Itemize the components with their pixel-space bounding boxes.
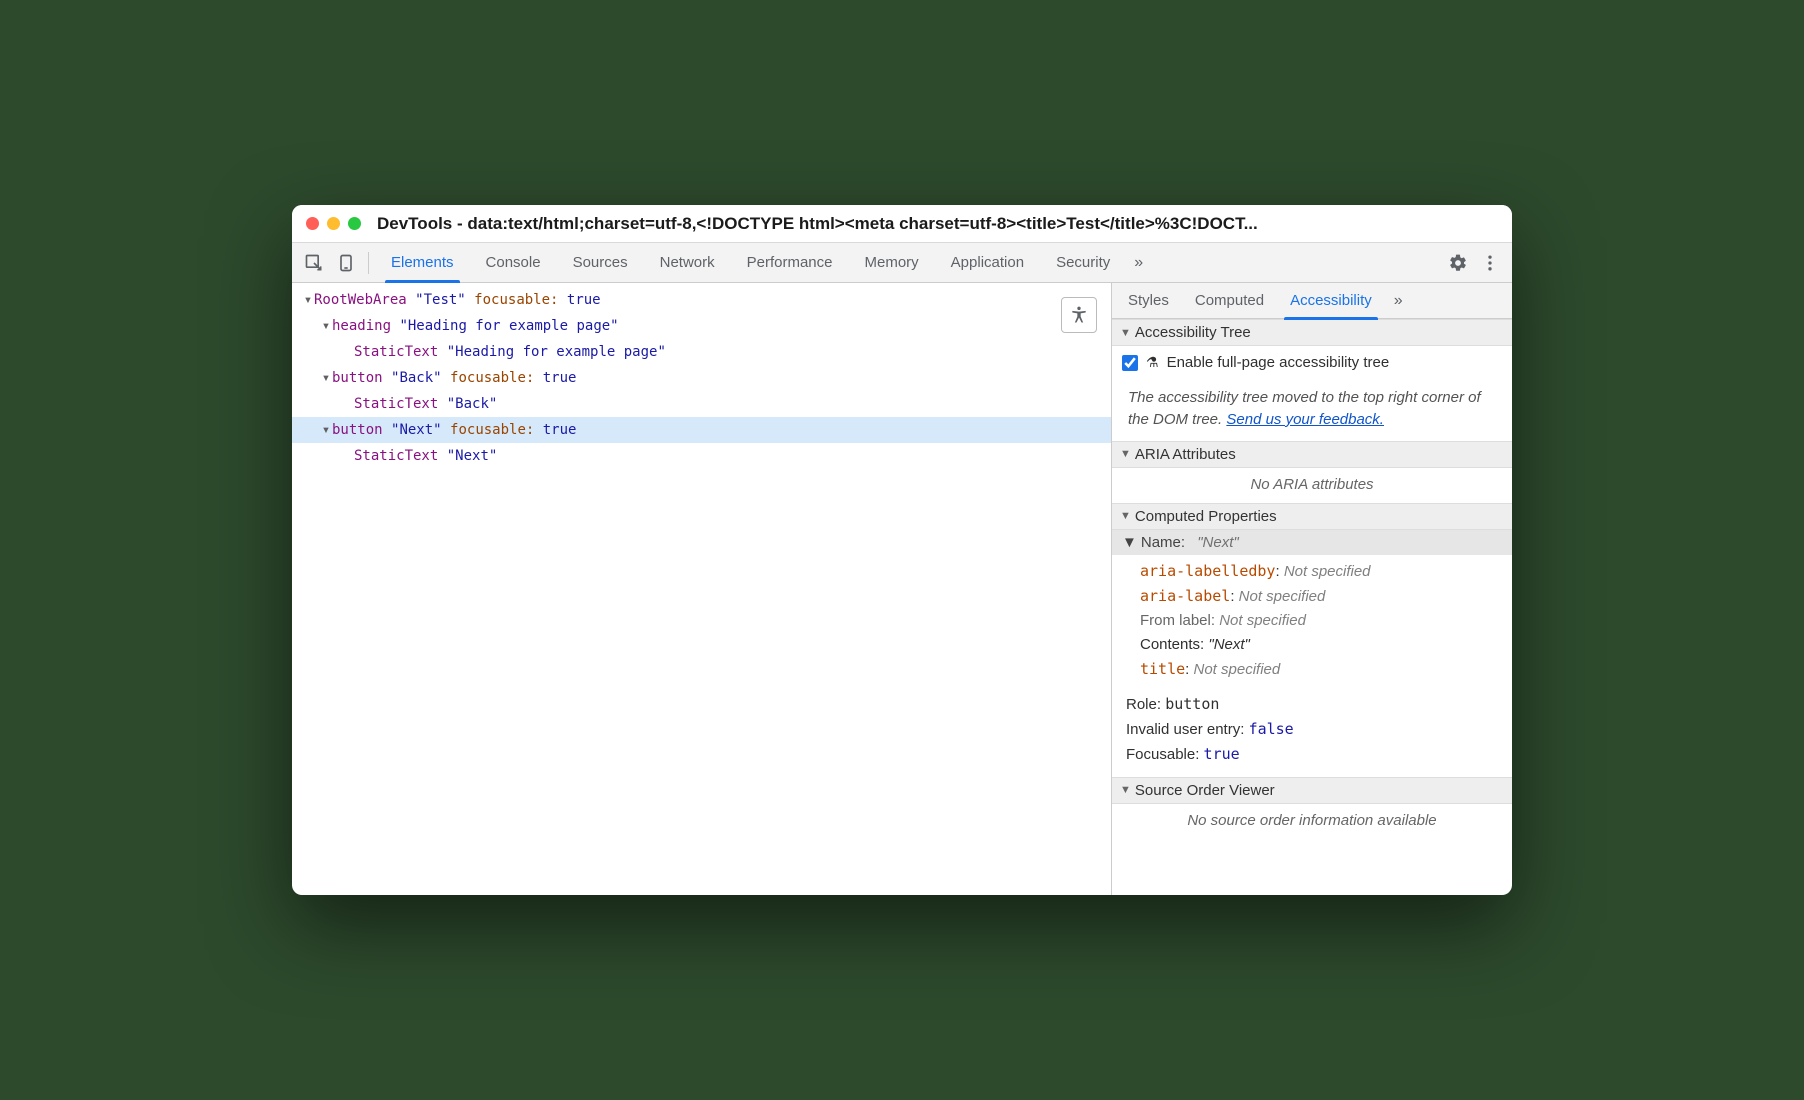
tab-elements[interactable]: Elements <box>377 243 468 283</box>
tree-row-back-text[interactable]: StaticText "Back" <box>292 391 1111 417</box>
more-tabs-icon[interactable]: » <box>1128 254 1149 272</box>
tree-row-back[interactable]: button "Back" focusable: true <box>292 365 1111 391</box>
chevron-down-icon: ▼ <box>1120 327 1131 339</box>
feedback-link[interactable]: Send us your feedback. <box>1226 411 1384 428</box>
tree-moved-hint: The accessibility tree moved to the top … <box>1112 379 1512 441</box>
tab-application[interactable]: Application <box>937 243 1038 283</box>
tab-security[interactable]: Security <box>1042 243 1124 283</box>
tab-sources[interactable]: Sources <box>559 243 642 283</box>
close-icon[interactable] <box>306 217 319 230</box>
no-aria-attributes: No ARIA attributes <box>1112 468 1512 503</box>
side-tabs: Styles Computed Accessibility » <box>1112 283 1512 319</box>
tab-memory[interactable]: Memory <box>851 243 933 283</box>
chevron-down-icon[interactable] <box>320 370 332 386</box>
tab-performance[interactable]: Performance <box>733 243 847 283</box>
chevron-down-icon: ▼ <box>1120 448 1131 460</box>
side-tab-accessibility[interactable]: Accessibility <box>1280 283 1382 319</box>
minimize-icon[interactable] <box>327 217 340 230</box>
tree-row-heading-text[interactable]: StaticText "Heading for example page" <box>292 339 1111 365</box>
devtools-window: DevTools - data:text/html;charset=utf-8,… <box>292 205 1512 895</box>
no-source-order-info: No source order information available <box>1112 804 1512 839</box>
accessibility-icon[interactable] <box>1061 297 1097 333</box>
zoom-icon[interactable] <box>348 217 361 230</box>
window-title: DevTools - data:text/html;charset=utf-8,… <box>377 214 1498 234</box>
window-controls <box>306 217 361 230</box>
section-accessibility-tree[interactable]: ▼ Accessibility Tree <box>1112 319 1512 346</box>
chevron-down-icon: ▼ <box>1120 510 1131 522</box>
accessibility-tree-pane: RootWebArea "Test" focusable: true headi… <box>292 283 1112 895</box>
tab-console[interactable]: Console <box>472 243 555 283</box>
section-computed-properties[interactable]: ▼ Computed Properties <box>1112 503 1512 530</box>
computed-name-row[interactable]: ▼ Name: "Next" <box>1112 530 1512 555</box>
side-pane: Styles Computed Accessibility » ▼ Access… <box>1112 283 1512 895</box>
enable-full-tree-checkbox[interactable] <box>1122 355 1138 371</box>
main-toolbar: Elements Console Sources Network Perform… <box>292 243 1512 283</box>
side-tab-computed[interactable]: Computed <box>1185 283 1274 319</box>
divider <box>368 252 369 274</box>
section-aria-attributes[interactable]: ▼ ARIA Attributes <box>1112 441 1512 468</box>
flask-icon: ⚗ <box>1146 354 1159 371</box>
tree-row-heading[interactable]: heading "Heading for example page" <box>292 313 1111 339</box>
side-tab-styles[interactable]: Styles <box>1118 283 1179 319</box>
gear-icon[interactable] <box>1444 249 1472 277</box>
computed-other-props: Role: button Invalid user entry: false F… <box>1112 692 1512 777</box>
tree-row-root[interactable]: RootWebArea "Test" focusable: true <box>292 287 1111 313</box>
content-area: RootWebArea "Test" focusable: true headi… <box>292 283 1512 895</box>
section-source-order-viewer[interactable]: ▼ Source Order Viewer <box>1112 777 1512 804</box>
inspect-icon[interactable] <box>300 249 328 277</box>
enable-full-tree-row: ⚗ Enable full-page accessibility tree <box>1112 346 1512 379</box>
chevron-down-icon[interactable] <box>320 422 332 438</box>
chevron-down-icon[interactable] <box>320 318 332 334</box>
kebab-icon[interactable] <box>1476 249 1504 277</box>
tree-row-next-text[interactable]: StaticText "Next" <box>292 443 1111 469</box>
chevron-down-icon[interactable] <box>302 292 314 308</box>
computed-name-sources: aria-labelledby: Not specified aria-labe… <box>1112 555 1512 692</box>
chevron-down-icon: ▼ <box>1122 534 1137 551</box>
more-side-tabs-icon[interactable]: » <box>1388 292 1409 310</box>
tab-network[interactable]: Network <box>646 243 729 283</box>
device-toggle-icon[interactable] <box>332 249 360 277</box>
tree-row-next[interactable]: button "Next" focusable: true <box>292 417 1111 443</box>
enable-full-tree-label[interactable]: ⚗ Enable full-page accessibility tree <box>1122 354 1502 371</box>
titlebar: DevTools - data:text/html;charset=utf-8,… <box>292 205 1512 243</box>
chevron-down-icon: ▼ <box>1120 784 1131 796</box>
